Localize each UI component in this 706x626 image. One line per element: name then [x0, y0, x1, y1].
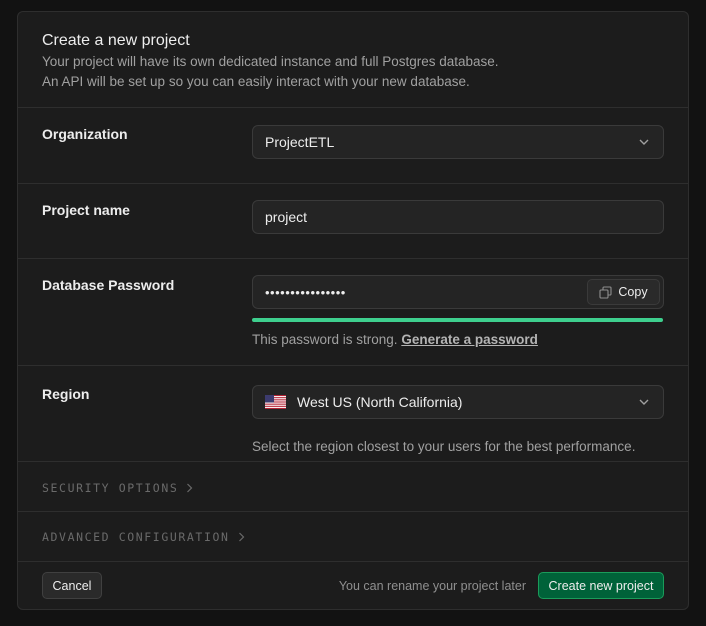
- chevron-down-icon: [639, 399, 649, 405]
- region-hint: Select the region closest to your users …: [252, 439, 636, 454]
- subtitle-line-1: Your project will have its own dedicated…: [42, 54, 499, 69]
- subtitle-line-2: An API will be set up so you can easily …: [42, 74, 470, 89]
- advanced-configuration-toggle[interactable]: ADVANCED CONFIGURATION: [42, 530, 245, 544]
- chevron-right-icon: [187, 483, 193, 493]
- region-section: Region West US (North California) Select…: [18, 366, 688, 462]
- security-options-section[interactable]: SECURITY OPTIONS: [18, 462, 688, 512]
- advanced-configuration-section[interactable]: ADVANCED CONFIGURATION: [18, 512, 688, 561]
- cancel-button[interactable]: Cancel: [42, 572, 102, 599]
- region-label: Region: [42, 386, 90, 402]
- dialog-title: Create a new project: [42, 32, 190, 49]
- region-select[interactable]: West US (North California): [252, 385, 664, 419]
- dialog-header: Create a new project Your project will h…: [18, 12, 688, 108]
- password-section: Database Password •••••••••••••••• Copy …: [18, 259, 688, 366]
- dialog-footer: Cancel You can rename your project later…: [18, 561, 688, 609]
- organization-section: Organization ProjectETL: [18, 109, 688, 184]
- password-value: ••••••••••••••••: [265, 284, 346, 300]
- create-project-button[interactable]: Create new project: [538, 572, 664, 599]
- chevron-right-icon: [238, 532, 244, 542]
- organization-label: Organization: [42, 126, 128, 142]
- organization-select[interactable]: ProjectETL: [252, 125, 664, 159]
- project-name-section: Project name project: [18, 184, 688, 259]
- copy-label: Copy: [618, 285, 648, 299]
- dialog-subtitle: Your project will have its own dedicated…: [42, 52, 664, 92]
- us-flag-icon: [265, 395, 286, 409]
- project-name-label: Project name: [42, 202, 130, 218]
- copy-icon: [599, 285, 612, 299]
- password-strength-bar: [252, 318, 663, 322]
- create-project-dialog: Create a new project Your project will h…: [17, 11, 689, 610]
- region-value: West US (North California): [297, 394, 463, 410]
- rename-note: You can rename your project later: [338, 579, 526, 593]
- security-options-label: SECURITY OPTIONS: [42, 481, 179, 495]
- copy-button[interactable]: Copy: [587, 279, 660, 305]
- project-name-value: project: [265, 209, 308, 225]
- project-name-input[interactable]: project: [252, 200, 664, 234]
- advanced-configuration-label: ADVANCED CONFIGURATION: [42, 530, 230, 544]
- password-input[interactable]: •••••••••••••••• Copy: [252, 275, 664, 309]
- organization-value: ProjectETL: [265, 134, 335, 150]
- password-strength-text: This password is strong. Generate a pass…: [252, 332, 538, 347]
- strength-message: This password is strong.: [252, 332, 398, 347]
- chevron-down-icon: [639, 139, 649, 145]
- security-options-toggle[interactable]: SECURITY OPTIONS: [42, 481, 193, 495]
- password-label: Database Password: [42, 277, 175, 293]
- generate-password-link[interactable]: Generate a password: [401, 332, 538, 347]
